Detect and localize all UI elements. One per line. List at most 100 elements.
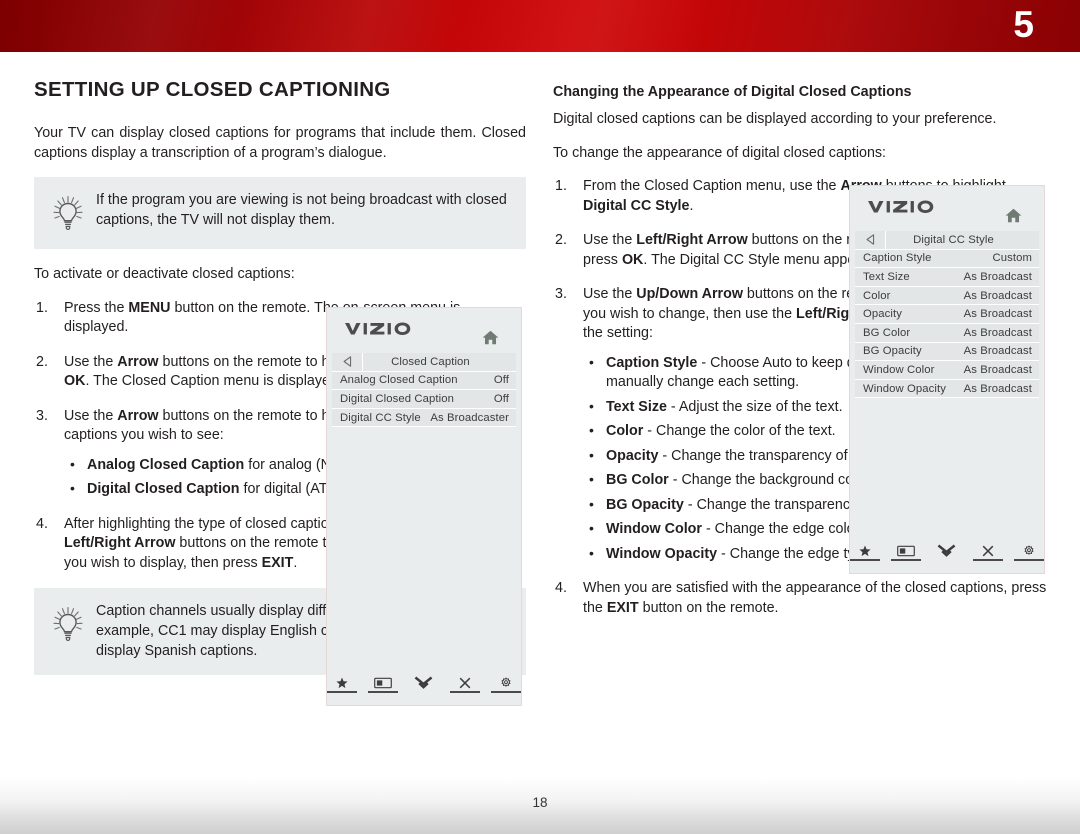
tv-menu-row[interactable]: Opacity As Broadcast <box>855 305 1039 324</box>
emphasis-text: EXIT <box>261 554 294 571</box>
lightbulb-icon <box>46 191 90 235</box>
back-button[interactable] <box>855 231 886 249</box>
gear-icon[interactable] <box>1013 543 1044 561</box>
tv-menu-row[interactable]: Analog Closed Caption Off <box>332 371 516 391</box>
emphasis-text: Color <box>606 423 644 439</box>
star-icon[interactable] <box>850 543 881 561</box>
tv-menu-row-label: Window Opacity <box>863 382 947 395</box>
step-number: 1. <box>36 299 48 316</box>
tv-menu-row-value: Custom <box>992 252 1032 265</box>
emphasis-text: OK <box>621 251 644 268</box>
emphasis-text: Up/Down Arrow <box>636 286 743 302</box>
tv-menu-row-value: As Broadcast <box>963 326 1032 339</box>
tv-menu-rows: Closed Caption Analog Closed Caption Off D… <box>332 353 516 428</box>
step-item: 4. When you are satisfied with the appear… <box>553 579 1048 618</box>
tv-menu-row[interactable]: BG Color As Broadcast <box>855 323 1039 343</box>
tv-menu-row-value: Off <box>493 374 509 387</box>
back-arrow-icon <box>343 356 352 368</box>
emphasis-text: Arrow <box>117 407 159 424</box>
home-icon[interactable] <box>482 330 499 345</box>
step-text: When you are satisfied with the appearan… <box>583 580 1047 616</box>
emphasis-text: BG Opacity <box>606 496 684 513</box>
step-number: 4. <box>36 515 48 532</box>
tv-menu-row[interactable]: Digital Closed Caption Off <box>332 390 516 409</box>
tv-menu-row[interactable]: Caption Style Custom <box>855 249 1039 269</box>
emphasis-text: Text Size <box>606 398 667 415</box>
emphasis-text: Left/Right Arrow <box>636 232 748 248</box>
x-icon[interactable] <box>449 675 480 693</box>
tv-menu-row-value: As Broadcaster <box>430 411 509 424</box>
intro-paragraph: Your TV can display closed captions for … <box>34 125 526 161</box>
tv-menu-closed-caption[interactable]: Closed Caption Analog Closed Caption Off D… <box>326 307 522 706</box>
back-arrow-icon <box>866 234 875 246</box>
tv-menu-title-row: Digital CC Style <box>855 231 1039 250</box>
tv-menu-footer-icons <box>327 675 521 693</box>
x-icon[interactable] <box>972 543 1003 561</box>
tv-menu-row-value: As Broadcast <box>963 289 1032 302</box>
tv-menu-row[interactable]: Digital CC Style As Broadcaster <box>332 408 516 428</box>
vizio-logo <box>345 320 415 338</box>
step-number: 4. <box>555 580 567 596</box>
emphasis-text: Caption Style <box>606 354 698 371</box>
emphasis-text: BG Color <box>606 472 669 488</box>
star-icon[interactable] <box>327 675 358 693</box>
emphasis-text: OK <box>64 373 86 389</box>
page-title: SETTING UP CLOSED CAPTIONING <box>34 78 391 101</box>
page-number: 18 <box>532 795 548 810</box>
tv-menu-row-label: Digital CC Style <box>340 411 421 424</box>
tv-menu-row-value: As Broadcast <box>963 308 1032 321</box>
double-chevron-down-icon[interactable] <box>409 675 440 693</box>
tv-menu-row-value: As Broadcast <box>963 345 1032 358</box>
emphasis-text: Arrow <box>117 353 159 370</box>
tv-menu-row[interactable]: Window Color As Broadcast <box>855 361 1039 380</box>
emphasis-text: MENU <box>128 299 171 316</box>
tip-text-top: If the program you are viewing is not be… <box>96 192 507 228</box>
tv-menu-row[interactable]: Color As Broadcast <box>855 286 1039 306</box>
double-chevron-down-icon[interactable] <box>932 543 963 561</box>
emphasis-text: Digital Closed Caption <box>87 481 240 497</box>
tv-menu-row-value: Off <box>493 392 509 405</box>
tv-menu-rows: Digital CC Style Caption Style Custom Text… <box>855 231 1039 399</box>
tv-menu-row-label: BG Color <box>863 326 911 339</box>
step-number: 1. <box>555 178 567 194</box>
gear-icon[interactable] <box>490 675 521 693</box>
tv-menu-title-row: Closed Caption <box>332 353 516 372</box>
chapter-number: 5 <box>1013 4 1034 45</box>
tv-menu-row[interactable]: Window Opacity As Broadcast <box>855 379 1039 399</box>
emphasis-text: Analog Closed Caption <box>87 456 245 473</box>
lightbulb-icon <box>46 602 90 646</box>
tv-menu-row-value: As Broadcast <box>963 382 1032 395</box>
tv-menu-row-label: Color <box>863 289 891 302</box>
home-icon[interactable] <box>1005 208 1022 223</box>
right-section-title: Changing the Appearance of Digital Close… <box>553 84 912 100</box>
tip-box-top: If the program you are viewing is not be… <box>34 177 526 249</box>
right-intro-paragraph: Digital closed captions can be displayed… <box>553 111 997 127</box>
emphasis-text: Digital CC Style <box>583 197 690 214</box>
activate-lead-in: To activate or deactivate closed caption… <box>34 266 295 282</box>
tv-menu-row-value: As Broadcast <box>963 270 1032 283</box>
step-number: 2. <box>555 232 567 248</box>
tv-menu-row-label: BG Opacity <box>863 345 922 358</box>
tv-menu-row[interactable]: BG Opacity As Broadcast <box>855 342 1039 362</box>
emphasis-text: Window Color <box>606 521 702 537</box>
tv-menu-row[interactable]: Text Size As Broadcast <box>855 268 1039 287</box>
tv-menu-header <box>327 308 521 353</box>
step-number: 2. <box>36 353 48 370</box>
tv-menu-row-label: Window Color <box>863 363 935 376</box>
tv-menu-digital-cc-style[interactable]: Digital CC Style Caption Style Custom Text… <box>849 185 1045 574</box>
cc-box-icon[interactable] <box>891 543 922 561</box>
emphasis-text: EXIT <box>606 599 639 616</box>
vizio-logo <box>868 198 938 216</box>
emphasis-text: Opacity <box>606 447 659 464</box>
step-number: 3. <box>36 407 48 424</box>
cc-box-icon[interactable] <box>368 675 399 693</box>
step-number: 3. <box>555 286 567 302</box>
tv-menu-title: Digital CC Style <box>913 233 994 246</box>
right-lead-in: To change the appearance of digital clos… <box>553 144 887 161</box>
tv-menu-footer-icons <box>850 543 1044 561</box>
tv-menu-row-value: As Broadcast <box>963 363 1032 376</box>
manual-page: SETTING UP CLOSED CAPTIONING Your TV can… <box>0 52 1080 834</box>
chapter-header-banner: 5 <box>0 0 1080 52</box>
back-button[interactable] <box>332 353 363 371</box>
tv-menu-row-label: Text Size <box>863 270 910 283</box>
